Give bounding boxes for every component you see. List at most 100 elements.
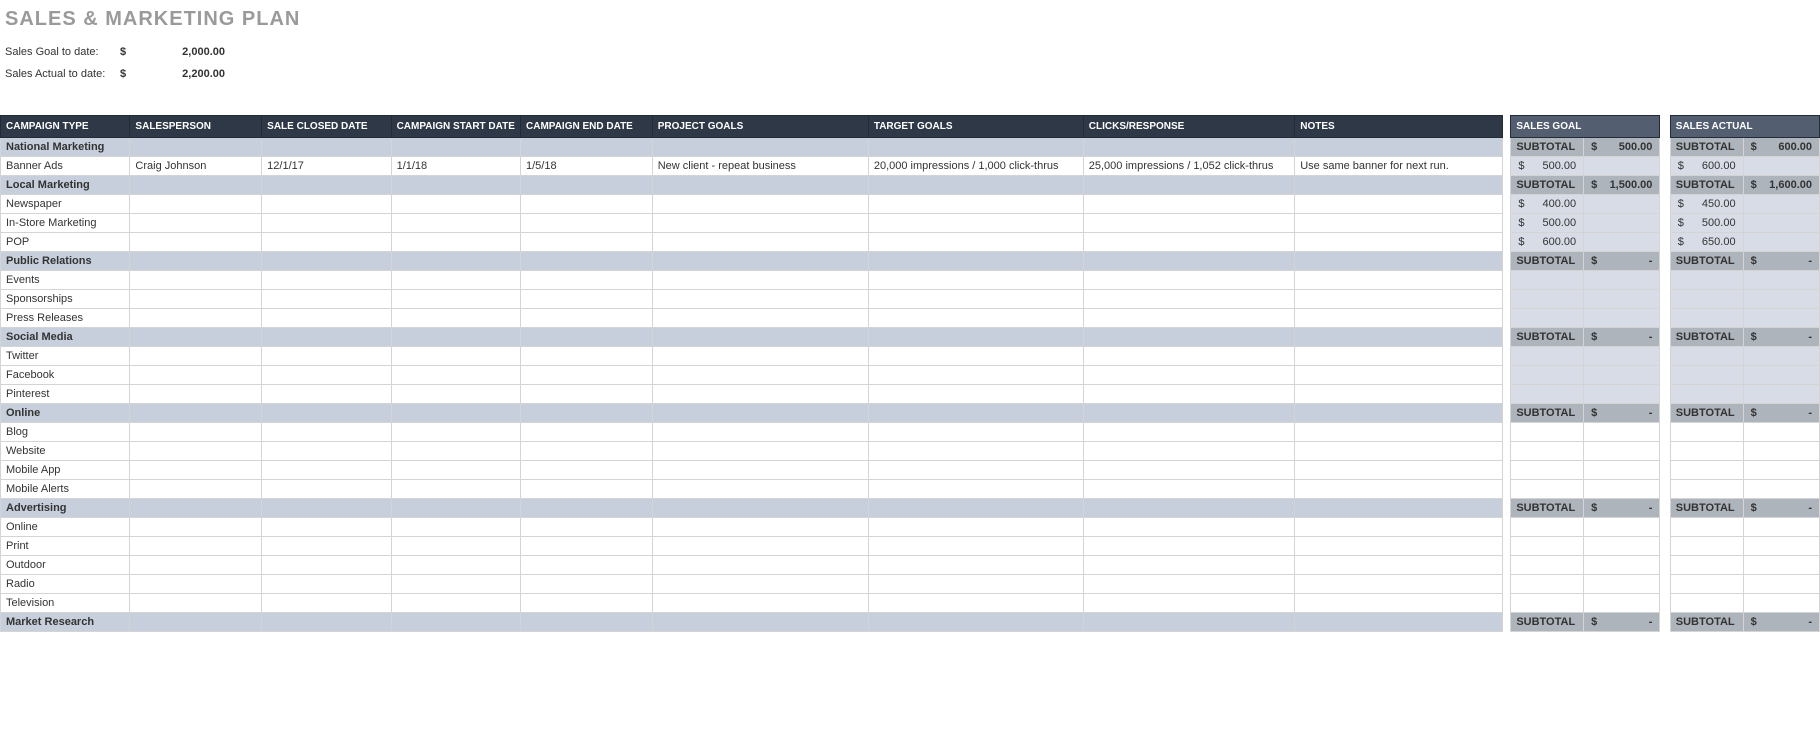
cell-clicks[interactable] xyxy=(1083,347,1294,366)
cell[interactable] xyxy=(1743,575,1819,594)
category-name[interactable]: Market Research xyxy=(1,613,130,632)
cell-person[interactable] xyxy=(130,537,262,556)
money-cell[interactable]: $600.00 xyxy=(1511,233,1584,252)
cell[interactable] xyxy=(1584,233,1660,252)
cell-clicks[interactable] xyxy=(1083,290,1294,309)
money-cell[interactable] xyxy=(1511,480,1584,499)
cell-target_goals[interactable] xyxy=(868,271,1083,290)
money-cell[interactable] xyxy=(1511,594,1584,613)
cell-end[interactable] xyxy=(521,518,653,537)
cell[interactable] xyxy=(1743,214,1819,233)
cell-project_goals[interactable]: New client - repeat business xyxy=(652,157,868,176)
money-cell[interactable]: $- xyxy=(1584,252,1660,271)
cell[interactable] xyxy=(868,404,1083,423)
cell-project_goals[interactable] xyxy=(652,556,868,575)
cell-person[interactable] xyxy=(130,594,262,613)
cell-notes[interactable] xyxy=(1295,461,1503,480)
cell-end[interactable] xyxy=(521,195,653,214)
cell-end[interactable]: 1/5/18 xyxy=(521,157,653,176)
cell-target_goals[interactable] xyxy=(868,518,1083,537)
cell-start[interactable] xyxy=(391,556,520,575)
cell-type[interactable]: Television xyxy=(1,594,130,613)
cell[interactable] xyxy=(1083,613,1294,632)
cell-project_goals[interactable] xyxy=(652,233,868,252)
cell-type[interactable]: Pinterest xyxy=(1,385,130,404)
cell-notes[interactable] xyxy=(1295,290,1503,309)
cell[interactable] xyxy=(1584,518,1660,537)
cell[interactable] xyxy=(521,138,653,157)
cell-closed[interactable] xyxy=(262,195,391,214)
cell-start[interactable] xyxy=(391,214,520,233)
cell[interactable] xyxy=(1743,461,1819,480)
cell-notes[interactable] xyxy=(1295,309,1503,328)
cell[interactable] xyxy=(652,499,868,518)
cell-end[interactable] xyxy=(521,385,653,404)
money-cell[interactable] xyxy=(1670,556,1743,575)
cell[interactable] xyxy=(391,138,520,157)
th-target-goals[interactable]: TARGET GOALS xyxy=(868,116,1083,138)
cell[interactable] xyxy=(1743,556,1819,575)
cell[interactable] xyxy=(391,252,520,271)
cell-start[interactable]: 1/1/18 xyxy=(391,157,520,176)
cell[interactable] xyxy=(521,176,653,195)
cell-notes[interactable] xyxy=(1295,347,1503,366)
cell-type[interactable]: Sponsorships xyxy=(1,290,130,309)
money-cell[interactable]: $450.00 xyxy=(1670,195,1743,214)
cell-closed[interactable] xyxy=(262,480,391,499)
cell-end[interactable] xyxy=(521,423,653,442)
cell-notes[interactable] xyxy=(1295,537,1503,556)
money-cell[interactable] xyxy=(1511,537,1584,556)
cell-start[interactable] xyxy=(391,575,520,594)
cell-person[interactable] xyxy=(130,423,262,442)
cell-target_goals[interactable]: 20,000 impressions / 1,000 click-thrus xyxy=(868,157,1083,176)
cell-target_goals[interactable] xyxy=(868,423,1083,442)
cell-target_goals[interactable] xyxy=(868,233,1083,252)
cell-project_goals[interactable] xyxy=(652,537,868,556)
cell[interactable] xyxy=(521,499,653,518)
category-name[interactable]: National Marketing xyxy=(1,138,130,157)
cell[interactable] xyxy=(1295,328,1503,347)
cell[interactable] xyxy=(130,499,262,518)
money-cell[interactable] xyxy=(1670,309,1743,328)
money-cell[interactable] xyxy=(1670,366,1743,385)
cell-target_goals[interactable] xyxy=(868,385,1083,404)
cell-closed[interactable] xyxy=(262,347,391,366)
money-cell[interactable] xyxy=(1511,347,1584,366)
cell[interactable] xyxy=(652,252,868,271)
th-start[interactable]: CAMPAIGN START DATE xyxy=(391,116,520,138)
cell-end[interactable] xyxy=(521,461,653,480)
cell[interactable] xyxy=(1743,385,1819,404)
th-end[interactable]: CAMPAIGN END DATE xyxy=(521,116,653,138)
cell-person[interactable] xyxy=(130,347,262,366)
cell[interactable] xyxy=(391,176,520,195)
cell-clicks[interactable] xyxy=(1083,233,1294,252)
money-cell[interactable]: $- xyxy=(1743,613,1819,632)
cell-start[interactable] xyxy=(391,480,520,499)
cell-project_goals[interactable] xyxy=(652,366,868,385)
cell[interactable] xyxy=(391,613,520,632)
cell-person[interactable] xyxy=(130,518,262,537)
cell-target_goals[interactable] xyxy=(868,575,1083,594)
cell-type[interactable]: Mobile App xyxy=(1,461,130,480)
cell[interactable] xyxy=(1743,594,1819,613)
cell[interactable] xyxy=(652,404,868,423)
cell[interactable] xyxy=(130,404,262,423)
cell[interactable] xyxy=(1584,442,1660,461)
cell-clicks[interactable] xyxy=(1083,423,1294,442)
cell-project_goals[interactable] xyxy=(652,423,868,442)
cell-notes[interactable]: Use same banner for next run. xyxy=(1295,157,1503,176)
cell[interactable] xyxy=(1743,442,1819,461)
cell-person[interactable] xyxy=(130,442,262,461)
cell-person[interactable]: Craig Johnson xyxy=(130,157,262,176)
money-cell[interactable] xyxy=(1670,385,1743,404)
cell-person[interactable] xyxy=(130,290,262,309)
cell-start[interactable] xyxy=(391,385,520,404)
cell[interactable] xyxy=(1083,404,1294,423)
cell[interactable] xyxy=(130,176,262,195)
cell[interactable] xyxy=(1083,499,1294,518)
th-campaign-type[interactable]: CAMPAIGN TYPE xyxy=(1,116,130,138)
cell[interactable] xyxy=(1584,594,1660,613)
cell[interactable] xyxy=(1584,309,1660,328)
cell[interactable] xyxy=(1584,385,1660,404)
cell-closed[interactable] xyxy=(262,290,391,309)
